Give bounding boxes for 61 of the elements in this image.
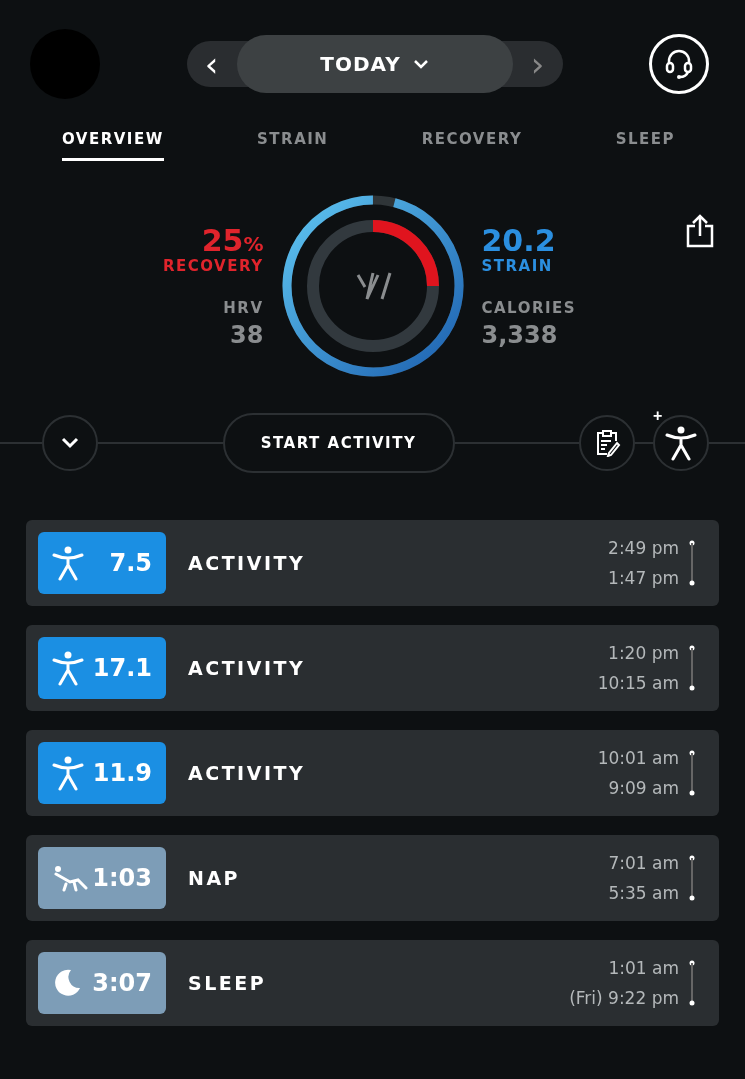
end-time: 2:49 pm xyxy=(608,538,679,558)
recovery-arc xyxy=(372,220,439,287)
end-time: 1:20 pm xyxy=(608,643,679,663)
strain-value: 20.2 xyxy=(481,223,556,257)
score-value: 11.9 xyxy=(92,759,152,787)
tab[interactable]: RECOVERY xyxy=(421,130,523,161)
calories-label: CALORIES xyxy=(481,298,577,317)
end-time: 1:01 am xyxy=(608,958,679,978)
chevron-down-icon xyxy=(61,437,79,449)
recovery-value: 25% xyxy=(201,223,264,257)
activity-card[interactable]: 7.5 ACTIVITY 2:49 pm 1:47 pm xyxy=(26,520,719,606)
end-time: 7:01 am xyxy=(608,853,679,873)
calories-value: 3,338 xyxy=(481,320,558,349)
person-icon xyxy=(52,545,84,581)
score-value: 17.1 xyxy=(92,654,152,682)
recliner-icon xyxy=(52,864,88,892)
start-time: 9:09 am xyxy=(608,778,679,798)
start-time: 5:35 am xyxy=(608,883,679,903)
time-range-icon xyxy=(689,750,695,796)
start-time: 10:15 am xyxy=(597,673,679,693)
activity-card[interactable]: 17.1 ACTIVITY 1:20 pm 10:15 am xyxy=(26,625,719,711)
previous-day-button[interactable]: ‹ xyxy=(186,41,237,87)
logo-icon xyxy=(356,271,391,301)
moon-icon xyxy=(52,968,82,998)
expand-button[interactable] xyxy=(42,415,98,471)
hrv-value: 38 xyxy=(230,320,264,349)
tab[interactable]: SLEEP xyxy=(615,130,675,161)
tab[interactable]: STRAIN xyxy=(257,130,329,161)
activity-card[interactable]: 3:07 SLEEP 1:01 am (Fri) 9:22 pm xyxy=(26,940,719,1026)
start-time: 1:47 pm xyxy=(608,568,679,588)
activity-card[interactable]: 11.9 ACTIVITY 10:01 am 9:09 am xyxy=(26,730,719,816)
score-value: 3:07 xyxy=(92,969,152,997)
time-range-icon xyxy=(689,855,695,901)
next-day-button[interactable]: › xyxy=(512,41,563,87)
start-time: (Fri) 9:22 pm xyxy=(569,988,679,1008)
person-icon xyxy=(52,650,84,686)
date-picker-button[interactable]: TODAY xyxy=(236,35,513,93)
activity-name: ACTIVITY xyxy=(188,552,307,574)
end-time: 10:01 am xyxy=(597,748,679,768)
recovery-label: RECOVERY xyxy=(162,256,264,275)
score-value: 7.5 xyxy=(109,549,152,577)
time-range-icon xyxy=(689,960,695,1006)
time-range-icon xyxy=(689,645,695,691)
activity-name: SLEEP xyxy=(188,972,268,994)
person-icon xyxy=(52,755,84,791)
activity-name: ACTIVITY xyxy=(188,762,307,784)
support-button[interactable] xyxy=(649,34,709,94)
journal-button[interactable] xyxy=(579,415,635,471)
strain-label: STRAIN xyxy=(481,256,553,275)
headset-icon xyxy=(664,48,694,80)
activity-card[interactable]: 1:03 NAP 7:01 am 5:35 am xyxy=(26,835,719,921)
chevron-down-icon xyxy=(412,59,429,69)
score-value: 1:03 xyxy=(92,864,152,892)
share-icon[interactable] xyxy=(685,213,715,248)
activity-name: ACTIVITY xyxy=(188,657,307,679)
time-range-icon xyxy=(689,540,695,586)
hrv-label: HRV xyxy=(223,298,264,317)
activity-name: NAP xyxy=(188,867,242,889)
tab[interactable]: OVERVIEW xyxy=(62,130,164,161)
person-icon xyxy=(665,425,697,461)
start-activity-button[interactable]: START ACTIVITY xyxy=(222,413,455,473)
